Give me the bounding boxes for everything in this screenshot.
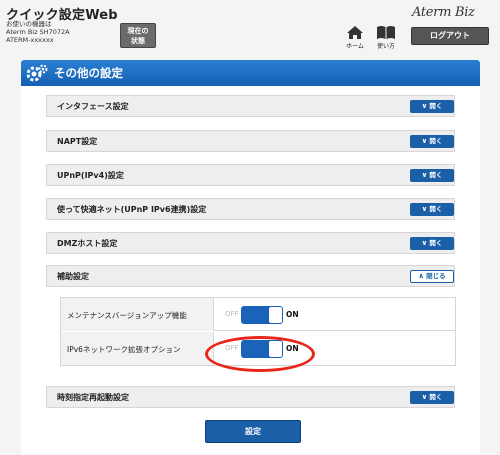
open-button[interactable]: ∨ 開く [410, 203, 454, 216]
home-nav[interactable]: ホーム [344, 25, 366, 50]
top-header: クイック設定Web お使いの機器は Aterm Biz SH7072A ATER… [0, 0, 500, 56]
brand-logo: Aterm Biz [412, 5, 475, 20]
chevron-down-icon: ∨ [421, 102, 428, 110]
open-button-label: 開く [429, 393, 443, 401]
status-button-line2: 状態 [131, 37, 145, 45]
device-name: ATERM-xxxxxx [6, 36, 54, 44]
open-button-label: 開く [429, 137, 443, 145]
close-button[interactable]: ∧ 閉じる [410, 270, 454, 283]
chevron-down-icon: ∨ [421, 205, 428, 213]
detail-row-maintenance: メンテナンスバージョンアップ機能 OFF ON [61, 298, 455, 331]
chevron-down-icon: ∨ [421, 393, 428, 401]
row-label: 使って快適ネット(UPnP IPv6連携)設定 [57, 205, 207, 214]
open-button-label: 開く [429, 239, 443, 247]
off-label: OFF [225, 310, 239, 318]
row-label: UPnP(IPv4)設定 [57, 171, 124, 180]
row-dmz[interactable]: DMZホスト設定 ∨ 開く [46, 232, 455, 254]
open-button-label: 開く [429, 205, 443, 213]
toggle-knob [269, 307, 282, 323]
row-napt[interactable]: NAPT設定 ∨ 開く [46, 130, 455, 152]
row-label: 補助設定 [57, 272, 89, 281]
guide-label: 使い方 [376, 43, 395, 50]
chevron-down-icon: ∨ [421, 137, 428, 145]
gear-icon [26, 64, 48, 82]
logout-button[interactable]: ログアウト [411, 27, 489, 45]
row-interface[interactable]: インタフェース設定 ∨ 開く [46, 95, 455, 117]
row-label: NAPT設定 [57, 137, 98, 146]
row-upnp[interactable]: UPnP(IPv4)設定 ∨ 開く [46, 164, 455, 186]
open-button-label: 開く [429, 102, 443, 110]
maintenance-toggle[interactable] [241, 306, 283, 324]
row-label: 時刻指定再起動設定 [57, 393, 129, 402]
on-label: ON [286, 310, 299, 319]
detail-label: メンテナンスバージョンアップ機能 [67, 311, 187, 320]
status-button-line1: 現在の [127, 27, 149, 35]
close-button-label: 閉じる [426, 272, 446, 280]
book-icon [377, 26, 395, 39]
chevron-down-icon: ∨ [421, 171, 428, 179]
submit-button[interactable]: 設定 [205, 420, 301, 443]
detail-label-cell: メンテナンスバージョンアップ機能 [61, 298, 214, 331]
row-scheduled-reboot[interactable]: 時刻指定再起動設定 ∨ 開く [46, 386, 455, 408]
detail-label: IPv6ネットワーク拡張オプション [67, 345, 181, 354]
section-title: その他の設定 [54, 66, 123, 80]
open-button[interactable]: ∨ 開く [410, 391, 454, 404]
row-label: DMZホスト設定 [57, 239, 118, 248]
current-status-button[interactable]: 現在の 状態 [120, 23, 156, 48]
open-button[interactable]: ∨ 開く [410, 100, 454, 113]
open-button-label: 開く [429, 171, 443, 179]
guide-nav[interactable]: 使い方 [375, 25, 397, 50]
open-button[interactable]: ∨ 開く [410, 237, 454, 250]
chevron-up-icon: ∧ [418, 272, 425, 280]
home-label: ホーム [346, 43, 364, 50]
row-auxiliary[interactable]: 補助設定 ∧ 閉じる [46, 265, 455, 287]
home-icon [347, 26, 363, 39]
highlight-ellipse [205, 336, 315, 372]
row-label: インタフェース設定 [57, 102, 129, 111]
device-model: Aterm Biz SH7072A [6, 28, 70, 36]
open-button[interactable]: ∨ 開く [410, 169, 454, 182]
detail-label-cell: IPv6ネットワーク拡張オプション [61, 332, 214, 365]
open-button[interactable]: ∨ 開く [410, 135, 454, 148]
section-header: その他の設定 [21, 60, 480, 86]
chevron-down-icon: ∨ [421, 239, 428, 247]
device-info-line: お使いの機器は [6, 20, 52, 28]
row-upnp-ipv6[interactable]: 使って快適ネット(UPnP IPv6連携)設定 ∨ 開く [46, 198, 455, 220]
